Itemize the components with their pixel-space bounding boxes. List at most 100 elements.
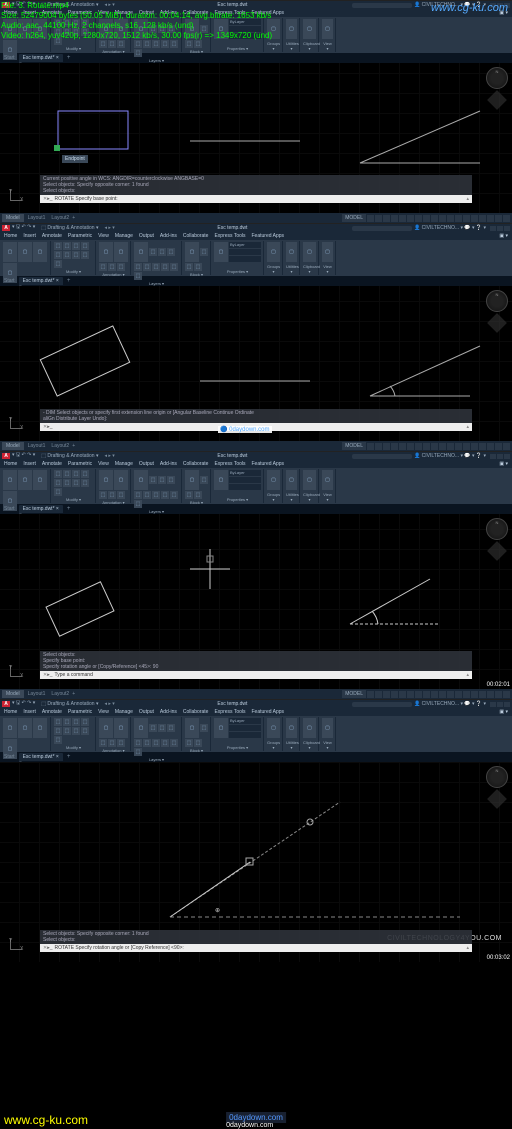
ribbon-tool-icon[interactable]: ⬚: [194, 263, 202, 271]
ribbon-tool-icon[interactable]: ⬚: [63, 242, 71, 250]
status-toggle-icon[interactable]: [391, 443, 398, 450]
status-toggle-icon[interactable]: [455, 691, 462, 698]
menu-item[interactable]: Collaborate: [183, 709, 209, 715]
model-tab[interactable]: Model: [2, 214, 24, 222]
ribbon-tool-icon[interactable]: ▢: [185, 470, 199, 490]
ribbon-tool-icon[interactable]: ⬚: [108, 263, 116, 271]
ribbon-tool-icon[interactable]: ⬚: [194, 739, 202, 747]
ribbon-tool-icon[interactable]: ⬚: [158, 476, 166, 484]
ribbon-tool-icon[interactable]: ▢: [33, 242, 47, 262]
layout-tab[interactable]: Layout2: [48, 214, 72, 222]
ribbon-tool-icon[interactable]: ⬚: [117, 491, 125, 499]
ribbon-tool-icon[interactable]: ▢: [286, 19, 297, 39]
ribbon-tool-icon[interactable]: ⬚: [81, 242, 89, 250]
menu-item[interactable]: Parametric: [68, 709, 92, 715]
menu-item[interactable]: View: [98, 709, 109, 715]
ribbon-tool-icon[interactable]: ▢: [99, 718, 113, 738]
ribbon-tool-icon[interactable]: ⬚: [72, 470, 80, 478]
new-tab-icon[interactable]: +: [67, 55, 71, 61]
ribbon-tool-icon[interactable]: ▢: [303, 19, 316, 39]
status-toggle-icon[interactable]: [375, 691, 382, 698]
ribbon-tool-icon[interactable]: ⬚: [54, 470, 62, 478]
add-layout-icon[interactable]: +: [72, 215, 75, 221]
status-toggle-icon[interactable]: [415, 215, 422, 222]
menu-item[interactable]: Featured Apps: [252, 461, 285, 467]
space-label[interactable]: MODEL: [342, 442, 366, 450]
ribbon-collapse-icon[interactable]: ▣ ▾: [499, 461, 508, 467]
ribbon-tool-icon[interactable]: ⬚: [170, 739, 178, 747]
start-tab[interactable]: Start: [4, 55, 15, 61]
ribbon-tool-icon[interactable]: ▢: [3, 470, 17, 490]
menu-item[interactable]: Home: [4, 461, 17, 467]
ribbon-tool-icon[interactable]: ▢: [267, 470, 280, 490]
status-toggle-icon[interactable]: [471, 443, 478, 450]
menu-item[interactable]: Insert: [23, 461, 36, 467]
menu-item[interactable]: Featured Apps: [252, 233, 285, 239]
menu-item[interactable]: Express Tools: [214, 461, 245, 467]
status-toggle-icon[interactable]: [375, 443, 382, 450]
ribbon-tool-icon[interactable]: ⬚: [143, 739, 151, 747]
ribbon-tool-icon[interactable]: ▢: [3, 242, 17, 262]
status-toggle-icon[interactable]: [415, 691, 422, 698]
app-logo-icon[interactable]: A: [2, 225, 10, 231]
status-toggle-icon[interactable]: [463, 691, 470, 698]
status-toggle-icon[interactable]: [415, 443, 422, 450]
search-input[interactable]: [352, 702, 412, 707]
status-toggle-icon[interactable]: [479, 443, 486, 450]
status-toggle-icon[interactable]: [383, 215, 390, 222]
ribbon-tool-icon[interactable]: ▢: [322, 718, 333, 738]
minimize-icon[interactable]: [490, 226, 496, 231]
ribbon-tool-icon[interactable]: ⬚: [54, 727, 62, 735]
ribbon-tool-icon[interactable]: ⬚: [170, 263, 178, 271]
ribbon-tool-icon[interactable]: ▢: [134, 470, 148, 490]
ribbon-tool-icon[interactable]: ⬚: [54, 488, 62, 496]
menu-item[interactable]: View: [98, 461, 109, 467]
menu-item[interactable]: Output: [139, 461, 154, 467]
file-tab[interactable]: Esc temp.dwt* ×: [19, 505, 63, 513]
ribbon-tool-icon[interactable]: ⬚: [152, 491, 160, 499]
ribbon-tool-icon[interactable]: ⬚: [81, 727, 89, 735]
status-toggle-icon[interactable]: [407, 443, 414, 450]
start-tab[interactable]: Start: [4, 506, 15, 512]
layout-tab[interactable]: Layout1: [25, 442, 49, 450]
layer-dropdown[interactable]: ByLayer: [229, 242, 261, 248]
app-logo-icon[interactable]: A: [2, 453, 10, 459]
ribbon-tool-icon[interactable]: ▢: [33, 718, 47, 738]
layout-tab[interactable]: Layout1: [25, 214, 49, 222]
ribbon-tool-icon[interactable]: ▢: [303, 718, 316, 738]
space-label[interactable]: MODEL: [342, 214, 366, 222]
start-tab[interactable]: Start: [4, 754, 15, 760]
menu-item[interactable]: Express Tools: [214, 709, 245, 715]
ribbon-tool-icon[interactable]: ▢: [114, 470, 128, 490]
new-tab-icon[interactable]: +: [67, 754, 71, 760]
layer-dropdown[interactable]: ByLayer: [229, 718, 261, 724]
ribbon-tool-icon[interactable]: ⬚: [54, 251, 62, 259]
workspace-dropdown[interactable]: ⬚ Drafting & Annotation ▾: [41, 225, 98, 231]
ribbon-tool-icon[interactable]: ▢: [303, 470, 316, 490]
status-toggle-icon[interactable]: [423, 443, 430, 450]
ribbon-tool-icon[interactable]: ▢: [267, 718, 280, 738]
ribbon-tool-icon[interactable]: ▢: [214, 470, 228, 490]
menu-item[interactable]: Annotate: [42, 461, 62, 467]
menu-item[interactable]: Home: [4, 709, 17, 715]
ribbon-tool-icon[interactable]: ⬚: [72, 251, 80, 259]
ribbon-tool-icon[interactable]: ⬚: [72, 242, 80, 250]
ribbon-tool-icon[interactable]: ⬚: [194, 491, 202, 499]
status-toggle-icon[interactable]: [383, 691, 390, 698]
drawing-canvas[interactable]: YXEndpointCurrent positive angle in WCS:…: [0, 63, 512, 213]
ribbon-tool-icon[interactable]: ▢: [322, 242, 333, 262]
ribbon-tool-icon[interactable]: ⬚: [152, 739, 160, 747]
qat-icon[interactable]: ▾ 🖫 ↶ ↷ ▾: [12, 700, 35, 708]
status-toggle-icon[interactable]: [471, 215, 478, 222]
status-toggle-icon[interactable]: [503, 215, 510, 222]
ribbon-tool-icon[interactable]: ⬚: [63, 251, 71, 259]
qat-icon[interactable]: ▾ 🖫 ↶ ↷ ▾: [12, 224, 35, 232]
status-toggle-icon[interactable]: [447, 691, 454, 698]
ribbon-tool-icon[interactable]: ⬚: [54, 479, 62, 487]
menu-item[interactable]: Express Tools: [214, 233, 245, 239]
new-tab-icon[interactable]: +: [67, 278, 71, 284]
minimize-icon[interactable]: [490, 702, 496, 707]
ribbon-tool-icon[interactable]: ▢: [286, 242, 297, 262]
ribbon-tool-icon[interactable]: ⬚: [117, 739, 125, 747]
status-toggle-icon[interactable]: [431, 691, 438, 698]
